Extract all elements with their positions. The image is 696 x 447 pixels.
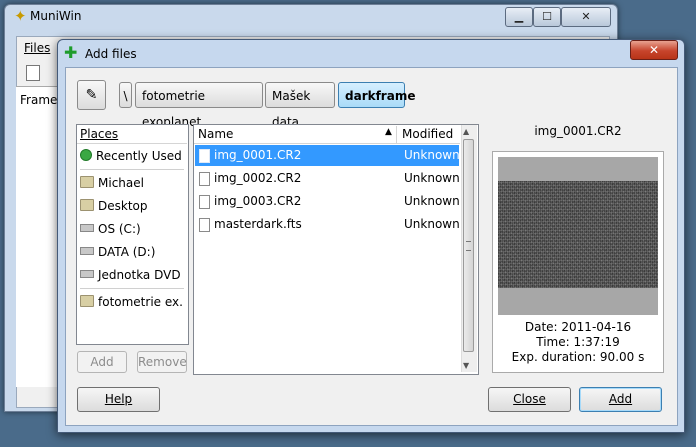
preview-date: Date: 2011-04-16 [524,320,632,334]
file-icon [199,149,210,163]
remove-place-button[interactable]: Remove [137,351,187,373]
file-row[interactable]: img_0002.CR2 Unknown [195,168,460,189]
column-header-name[interactable]: Name [198,127,233,141]
path-segment-masek-data[interactable]: Mašek data [265,82,335,129]
maximize-button[interactable]: ☐ [533,7,561,27]
place-fotometrie[interactable]: fotometrie ex... [80,292,184,312]
new-file-icon[interactable] [26,65,40,81]
file-icon [199,172,210,186]
parent-close-button[interactable]: ✕ [561,7,611,27]
sort-ascending-icon: ▲ [385,127,392,137]
path-segment-root[interactable]: \ [119,82,132,108]
path-segment-darkframe[interactable]: darkframe [338,82,415,108]
place-data-d[interactable]: DATA (D:) [80,242,184,262]
preview-time: Time: 1:37:19 [536,335,620,349]
close-button[interactable]: Close [488,387,571,412]
recent-icon [80,149,92,161]
file-row[interactable]: img_0001.CR2 Unknown [195,145,460,166]
file-icon [199,195,210,209]
file-name: img_0003.CR2 [214,194,302,208]
folder-icon [80,295,94,307]
add-place-button[interactable]: Add [77,351,127,373]
add-button[interactable]: Add [579,387,662,412]
file-name: img_0001.CR2 [214,148,302,162]
frame-list [16,86,60,387]
dialog-close-button[interactable]: ✕ [630,40,678,60]
edit-location-button[interactable]: ✎ [77,80,106,110]
minimize-button[interactable]: ▁ [505,7,533,27]
places-header[interactable]: Places [77,125,187,144]
dialog-title: Add files [85,47,137,61]
frame-column-label: Frame [20,93,58,107]
column-divider[interactable] [396,126,397,143]
column-header-modified[interactable]: Modified [402,127,453,141]
drive-icon [80,247,94,255]
file-modified: Unknown [404,148,460,162]
scroll-up-icon[interactable]: ▲ [463,127,469,136]
add-icon: ✚ [64,43,78,62]
parent-window-title: MuniWin [30,9,82,23]
drive-icon [80,224,94,232]
file-icon [199,218,210,232]
place-os-c[interactable]: OS (C:) [80,219,184,239]
pencil-icon: ✎ [85,87,98,103]
place-michael[interactable]: Michael [80,173,184,193]
menu-files[interactable]: Files [24,41,50,55]
preview-filename: img_0001.CR2 [534,124,622,138]
file-modified: Unknown [404,194,460,208]
places-separator [80,169,184,170]
muniwin-logo-icon: ✦ [14,7,27,25]
file-row[interactable]: masterdark.fts Unknown [195,214,460,235]
dvd-drive-icon [80,270,94,278]
file-name: img_0002.CR2 [214,171,302,185]
folder-icon [80,176,94,188]
place-recently-used[interactable]: Recently Used [80,146,184,166]
places-separator [80,288,184,289]
file-row[interactable]: img_0003.CR2 Unknown [195,191,460,212]
scroll-down-icon[interactable]: ▼ [463,361,469,370]
file-modified: Unknown [404,171,460,185]
preview-exposure: Exp. duration: 90.00 s [511,350,645,364]
dark-frame-thumbnail [498,181,658,288]
file-modified: Unknown [404,217,460,231]
place-desktop[interactable]: Desktop [80,196,184,216]
place-dvd[interactable]: Jednotka DVD ... [80,265,184,285]
file-name: masterdark.fts [214,217,302,231]
scrollbar-grip [466,241,471,251]
folder-icon [80,199,94,211]
help-button[interactable]: Help [77,387,160,412]
path-segment-fotometrie[interactable]: fotometrie exoplanet [135,82,263,129]
